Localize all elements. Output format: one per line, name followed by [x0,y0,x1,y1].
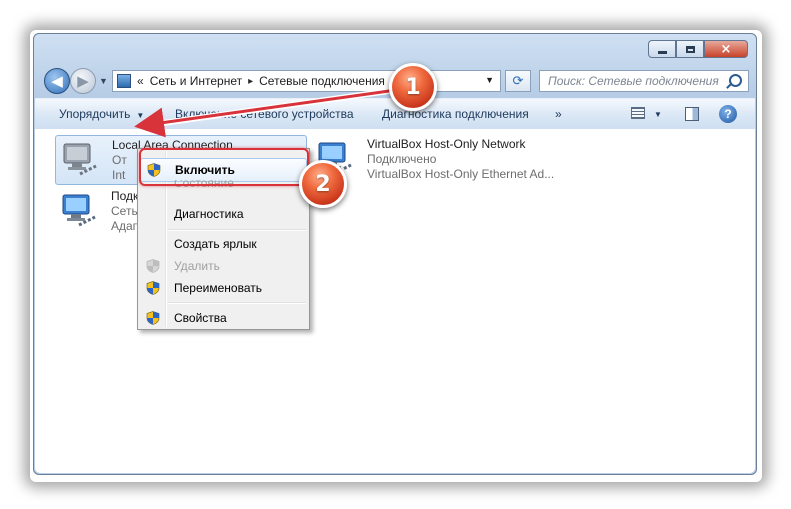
connection-adapter: VirtualBox Host-Only Ethernet Ad... [367,167,555,181]
menu-item-status[interactable]: Состояние [140,180,307,192]
uac-shield-icon [147,163,161,177]
menu-item-properties[interactable]: Свойства [140,307,307,329]
menu-item-label: Состояние [174,180,234,190]
breadcrumb-overflow[interactable]: « [137,74,144,88]
step-badge-2: 2 [299,160,347,208]
menu-item-diagnose[interactable]: Диагностика [140,203,307,225]
address-bar[interactable]: « Сеть и Интернет ▸ Сетевые подключения … [112,70,501,92]
connection-status: Сеть [111,204,138,218]
uac-shield-disabled-icon [146,259,160,273]
help-glyph: ? [724,107,732,121]
menu-item-label: Включить [175,163,235,177]
connection-status: От [112,153,127,167]
maximize-button[interactable] [676,40,704,58]
step-badge-1: 1 [389,63,437,111]
context-menu: Включить Состояние Диагностика Создать я… [137,148,310,330]
connection-item-virtualbox[interactable]: VirtualBox Host-Only Network Подключено … [311,135,571,183]
refresh-button[interactable]: ⟳ [505,70,531,92]
close-button[interactable]: × [704,40,748,58]
menu-item-label: Переименовать [174,281,262,295]
menu-item-delete[interactable]: Удалить [140,255,307,277]
search-placeholder: Поиск: Сетевые подключения [548,74,719,88]
enable-device-button[interactable]: Включение сетевого устройства [175,107,354,121]
organize-label: Упорядочить [59,107,131,121]
network-adapter-icon [62,194,96,227]
uac-shield-icon [146,281,160,295]
preview-pane-icon[interactable] [685,107,699,121]
minimize-button[interactable] [648,40,676,58]
breadcrumb-network-connections[interactable]: Сетевые подключения [259,74,385,88]
menu-item-enable[interactable]: Включить [140,158,307,182]
chevron-down-icon: ▼ [136,111,145,120]
minimize-icon [657,50,667,54]
step-number: 1 [405,74,421,100]
menu-item-create-shortcut[interactable]: Создать ярлык [140,233,307,255]
control-panel-icon [117,74,131,88]
connection-name: VirtualBox Host-Only Network [367,137,526,151]
search-icon[interactable] [729,74,742,87]
menu-item-label: Удалить [174,259,220,273]
network-adapter-disabled-icon [63,143,97,176]
caption-buttons: × [648,40,748,58]
connection-name: Подк [111,189,139,203]
change-view-icon[interactable] [631,107,645,119]
step-number: 2 [315,171,331,197]
menu-item-rename[interactable]: Переименовать [140,277,307,299]
close-icon: × [720,41,732,57]
organize-button[interactable]: Упорядочить ▼ [59,107,144,121]
forward-button[interactable]: ▶ [70,68,96,94]
menu-separator [168,302,306,304]
search-box[interactable]: Поиск: Сетевые подключения [539,70,749,92]
maximize-icon [685,45,695,53]
breadcrumb-network-internet[interactable]: Сеть и Интернет [150,74,242,88]
menu-item-label: Создать ярлык [174,237,257,251]
connection-adapter: Int [112,168,126,182]
connection-status: Подключено [367,152,437,166]
view-dropdown-icon[interactable]: ▼ [654,110,662,119]
uac-shield-icon [146,311,160,325]
connection-adapter: Адап [111,219,140,233]
address-dropdown-icon[interactable]: ▼ [485,75,494,85]
menu-item-label: Диагностика [174,207,244,221]
menu-separator [168,229,306,231]
refresh-icon: ⟳ [512,73,524,88]
breadcrumb-separator-icon[interactable]: ▸ [248,76,253,87]
help-icon[interactable]: ? [719,105,737,123]
back-arrow-icon: ◀ [51,73,63,90]
menu-item-label: Свойства [174,311,227,325]
recent-pages-dropdown[interactable]: ▼ [99,76,108,86]
forward-arrow-icon: ▶ [77,73,89,90]
more-commands-button[interactable]: » [555,107,562,121]
back-button[interactable]: ◀ [44,68,70,94]
